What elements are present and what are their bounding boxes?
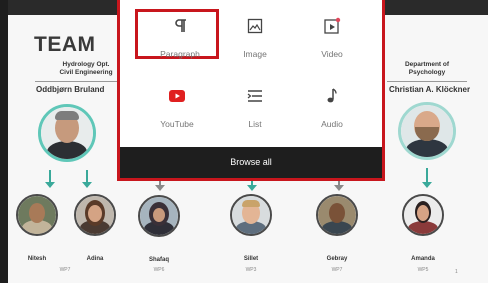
block-list-button[interactable]: List bbox=[213, 79, 297, 129]
member-name: Adina bbox=[86, 256, 104, 262]
block-video-button[interactable]: Video bbox=[290, 9, 374, 59]
member-role: WP6 bbox=[153, 267, 165, 273]
editor-left-edge bbox=[0, 0, 8, 283]
block-audio-button[interactable]: Audio bbox=[290, 79, 374, 129]
right-department-label: Department of Psychology bbox=[392, 61, 462, 77]
member-avatar-adina bbox=[74, 194, 116, 236]
arrow-to-amanda bbox=[422, 168, 432, 188]
left-department-text: Hydrology Opt. Civil Engineering bbox=[59, 61, 113, 76]
block-paragraph-button[interactable]: Paragraph bbox=[135, 9, 219, 59]
browse-all-button[interactable]: Browse all bbox=[120, 147, 382, 178]
member-role: WP7 bbox=[59, 267, 71, 273]
arrow-to-sillet bbox=[247, 181, 257, 191]
arrow-to-shafaq bbox=[155, 181, 165, 191]
member-avatar-sillet bbox=[230, 194, 272, 236]
block-image-button[interactable]: Image bbox=[213, 9, 297, 59]
arrow-to-gebray bbox=[334, 181, 344, 191]
right-divider bbox=[387, 81, 467, 82]
member-name: Gebray bbox=[326, 256, 348, 262]
paragraph-icon bbox=[138, 17, 222, 35]
arrow-to-nitesh bbox=[45, 170, 55, 188]
member-avatar-amanda bbox=[402, 194, 444, 236]
left-department-label: Hydrology Opt. Civil Engineering bbox=[50, 61, 122, 77]
block-youtube-label: YouTube bbox=[160, 119, 194, 129]
block-image-label: Image bbox=[243, 49, 267, 59]
arrow-to-adina bbox=[82, 170, 92, 188]
block-paragraph-label: Paragraph bbox=[160, 49, 200, 59]
member-name: Amanda bbox=[411, 256, 435, 262]
block-list-label: List bbox=[248, 119, 262, 129]
left-lead-avatar bbox=[38, 104, 96, 162]
list-icon bbox=[213, 87, 297, 105]
block-youtube-button[interactable]: YouTube bbox=[135, 79, 219, 129]
left-lead-name: Oddbjørn Bruland bbox=[36, 85, 105, 94]
audio-icon bbox=[290, 87, 374, 105]
block-inserter-popup: Paragraph Image Video YouTube List Audio… bbox=[117, 0, 385, 181]
member-name: Shafaq bbox=[148, 257, 169, 263]
member-avatar-shafaq bbox=[138, 195, 180, 237]
video-icon bbox=[290, 17, 374, 35]
member-name: Nitesh bbox=[27, 256, 47, 262]
member-role: WP3 bbox=[245, 267, 257, 273]
member-role: WP5 bbox=[417, 267, 429, 273]
right-lead-name: Christian A. Klöckner bbox=[389, 85, 471, 94]
member-role: WP7 bbox=[331, 267, 343, 273]
slide-title: TEAM bbox=[34, 33, 96, 56]
block-video-label: Video bbox=[321, 49, 343, 59]
right-department-text: Department of Psychology bbox=[404, 61, 450, 76]
member-avatar-nitesh bbox=[16, 194, 58, 236]
page-number: 1 bbox=[455, 269, 458, 275]
youtube-icon bbox=[135, 87, 219, 105]
image-icon bbox=[213, 17, 297, 35]
member-avatar-gebray bbox=[316, 194, 358, 236]
left-divider bbox=[35, 81, 121, 82]
member-name: Sillet bbox=[243, 256, 259, 262]
right-lead-avatar bbox=[398, 102, 456, 160]
block-audio-label: Audio bbox=[321, 119, 343, 129]
